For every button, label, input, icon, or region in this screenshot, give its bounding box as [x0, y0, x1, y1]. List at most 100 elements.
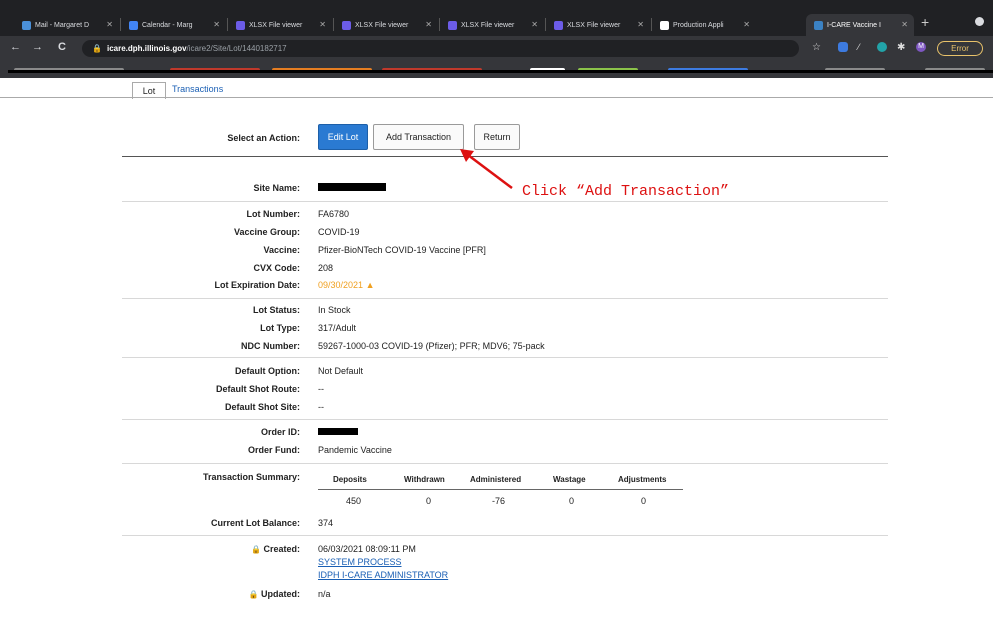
xlsx-viewer-icon — [554, 20, 563, 30]
current-balance-value: 374 — [318, 518, 334, 528]
default-option-value: Not Default — [318, 366, 364, 376]
error-badge[interactable]: Error — [937, 41, 983, 56]
icare-icon — [814, 20, 823, 30]
lot-expiration-date: 09/30/2021 — [318, 280, 364, 290]
lot-expiration-value: 09/30/2021 ▲ — [318, 280, 374, 290]
extensions-puzzle-icon[interactable]: ✱ — [897, 42, 907, 53]
browser-tab[interactable]: XLSX File viewer ✕ — [440, 14, 544, 36]
section-divider — [122, 201, 888, 202]
summary-value-adjustments: 0 — [641, 496, 647, 506]
summary-header-administered: Administered — [470, 475, 522, 484]
lot-type-value: 317/Adult — [318, 323, 357, 333]
new-tab-button[interactable]: + — [921, 14, 929, 30]
close-icon[interactable]: ✕ — [213, 20, 220, 29]
tab-label: I-CARE Vaccine I — [827, 21, 881, 29]
tab-label: XLSX File viewer — [567, 21, 621, 29]
cvx-code-label: CVX Code: — [253, 263, 300, 273]
created-by-system-link[interactable]: SYSTEM PROCESS — [318, 557, 402, 567]
summary-value-administered: -76 — [492, 496, 506, 506]
summary-header-withdrawn: Withdrawn — [404, 475, 445, 484]
browser-tab-active[interactable]: I-CARE Vaccine I ✕ — [806, 14, 914, 36]
updated-value: n/a — [318, 589, 331, 599]
default-option-label: Default Option: — [235, 366, 300, 376]
vaccine-group-label: Vaccine Group: — [233, 227, 300, 237]
order-id-label: Order ID: — [260, 427, 300, 437]
xlsx-viewer-icon — [448, 20, 457, 30]
cvx-code-value: 208 — [318, 263, 334, 273]
close-icon[interactable]: ✕ — [901, 20, 908, 29]
extension-icon[interactable] — [877, 42, 887, 52]
browser-tab[interactable]: XLSX File viewer ✕ — [228, 14, 332, 36]
section-divider — [122, 298, 888, 299]
browser-tab[interactable]: XLSX File viewer ✕ — [546, 14, 650, 36]
lot-status-value: In Stock — [318, 305, 351, 315]
ndc-number-label: NDC Number: — [240, 341, 300, 351]
vaccine-label: Vaccine: — [263, 245, 300, 255]
created-label: 🔒 Created: — [251, 544, 300, 554]
default-shot-route-value: -- — [318, 384, 324, 394]
section-divider — [122, 463, 888, 464]
browser-tab[interactable]: Mail - Margaret D ✕ — [14, 14, 119, 36]
back-icon[interactable]: ← — [10, 41, 21, 53]
reload-icon[interactable]: C — [58, 41, 66, 53]
star-icon[interactable]: ☆ — [812, 42, 822, 53]
summary-header-adjustments: Adjustments — [618, 475, 667, 484]
return-button[interactable]: Return — [474, 124, 520, 150]
browser-tab[interactable]: Calendar - Marg ✕ — [121, 14, 226, 36]
profile-avatar[interactable]: M — [916, 42, 926, 52]
close-icon[interactable]: ✕ — [106, 20, 113, 29]
order-fund-value: Pandemic Vaccine — [318, 445, 392, 455]
summary-header-wastage: Wastage — [553, 475, 586, 484]
tab-label: XLSX File viewer — [461, 21, 515, 29]
extension-download-icon[interactable] — [838, 42, 848, 52]
forward-icon[interactable]: → — [32, 41, 43, 53]
document-icon — [660, 20, 669, 30]
xlsx-viewer-icon — [342, 20, 351, 30]
mail-icon — [22, 20, 31, 30]
lot-type-label: Lot Type: — [260, 323, 300, 333]
lot-expiration-label: Lot Expiration Date: — [214, 280, 300, 290]
close-icon[interactable]: ✕ — [425, 20, 432, 29]
tab-transactions[interactable]: Transactions — [172, 84, 223, 94]
annotation-text: Click “Add Transaction” — [522, 183, 730, 200]
created-by-admin-link[interactable]: IDPH I-CARE ADMINISTRATOR — [318, 570, 448, 580]
close-icon[interactable]: ✕ — [531, 20, 538, 29]
created-value: 06/03/2021 08:09:11 PM — [318, 544, 416, 554]
edit-lot-button[interactable]: Edit Lot — [318, 124, 368, 150]
lock-icon: 🔒 — [92, 44, 102, 53]
address-bar[interactable]: 🔒 icare.dph.illinois.gov /icare2/Site/Lo… — [82, 40, 799, 57]
section-divider — [122, 535, 888, 536]
tab-label: Mail - Margaret D — [35, 21, 90, 29]
site-name-redacted — [318, 183, 386, 191]
url-path: /icare2/Site/Lot/1440182717 — [186, 44, 287, 53]
close-icon[interactable]: ✕ — [637, 20, 644, 29]
window-menu-icon[interactable] — [975, 17, 984, 26]
default-shot-site-label: Default Shot Site: — [224, 402, 300, 412]
browser-tab[interactable]: Production Appli ✕ — [652, 14, 756, 36]
order-fund-label: Order Fund: — [248, 445, 300, 455]
summary-divider — [318, 489, 683, 490]
tab-label: XLSX File viewer — [249, 21, 303, 29]
vaccine-value: Pfizer-BioNTech COVID-19 Vaccine [PFR] — [318, 245, 486, 255]
browser-tab[interactable]: XLSX File viewer ✕ — [334, 14, 438, 36]
summary-value-withdrawn: 0 — [426, 496, 432, 506]
tab-label: Production Appli — [673, 21, 724, 29]
browser-tabstrip: Mail - Margaret D ✕ Calendar - Marg ✕ XLSX… — [0, 0, 993, 36]
tab-underline — [0, 97, 993, 98]
lot-number-label: Lot Number: — [246, 209, 301, 219]
tab-label: Calendar - Marg — [142, 21, 193, 29]
action-label: Select an Action: — [227, 133, 300, 143]
default-shot-site-value: -- — [318, 402, 324, 412]
pen-icon[interactable]: ⁄ — [858, 42, 868, 52]
close-icon[interactable]: ✕ — [743, 20, 750, 29]
vaccine-group-value: COVID-19 — [318, 227, 360, 237]
calendar-icon — [129, 20, 138, 30]
tab-label: XLSX File viewer — [355, 21, 409, 29]
section-divider — [122, 357, 888, 358]
close-icon[interactable]: ✕ — [319, 20, 326, 29]
xlsx-viewer-icon — [236, 20, 245, 30]
order-id-redacted — [318, 428, 358, 435]
add-transaction-button[interactable]: Add Transaction — [373, 124, 464, 150]
lock-icon: 🔒 — [251, 545, 261, 554]
ndc-number-value: 59267-1000-03 COVID-19 (Pfizer); PFR; MD… — [318, 341, 545, 351]
